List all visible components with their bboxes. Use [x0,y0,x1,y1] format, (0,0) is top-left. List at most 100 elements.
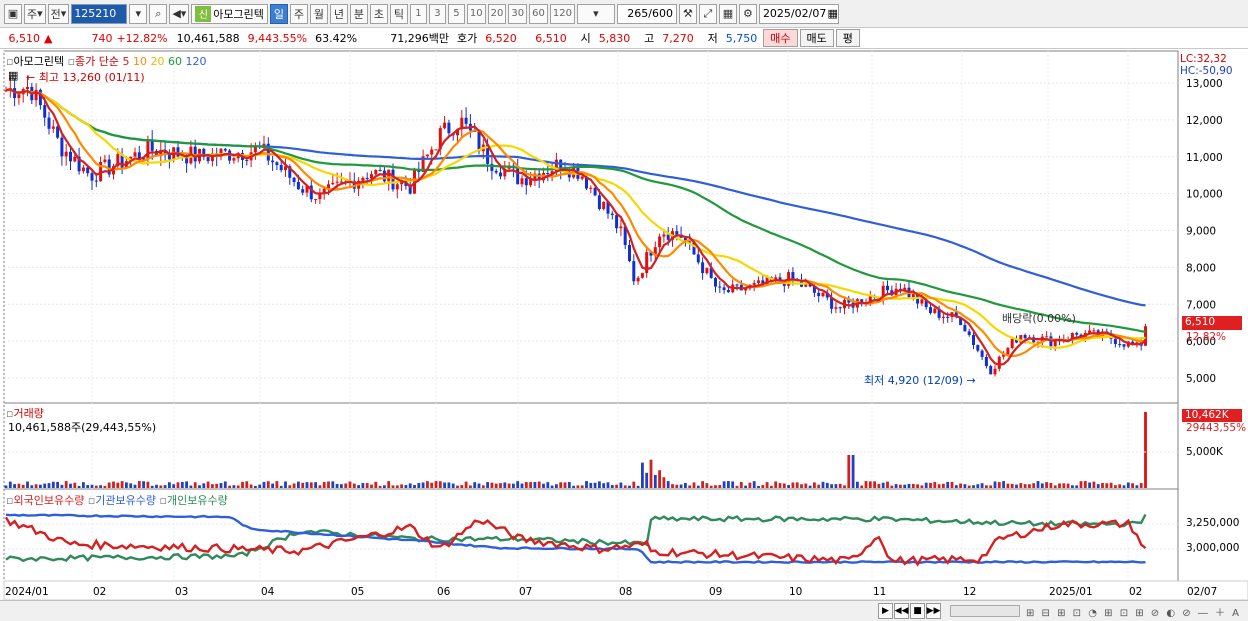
volume-bar [469,485,472,488]
interval-60[interactable]: 60 [529,3,548,24]
volume-bar [907,483,911,488]
stock-name-box[interactable]: 신 아모그린텍 [191,3,268,24]
tab-second[interactable]: 초 [369,3,388,24]
interval-30[interactable]: 30 [508,3,528,24]
tools-icon[interactable]: ▦ [718,3,737,24]
window-icon[interactable]: ▣ [4,3,22,24]
interval-1[interactable]: 1 [409,3,427,24]
scrollbar[interactable] [950,605,1020,617]
volume-bar [211,484,214,488]
holding-legend: ▫외국인보유수량 ▫기관보유수량 ▫개인보유수량 [6,492,228,508]
compare-icon[interactable]: ⤢ [698,3,717,24]
low-annotation: 최저 4,920 (12/09) → [864,372,976,388]
stock-code-input[interactable]: 125210 [71,3,128,24]
search-icon[interactable]: ⌕ [149,3,168,24]
volume-bar [967,485,971,488]
volume-bar [1028,484,1031,488]
volume-bar [438,481,442,488]
volume-bar [645,472,649,488]
interval-10[interactable]: 10 [466,3,486,24]
sell-button[interactable]: 매도 [799,29,834,47]
volume-bar [185,481,188,488]
volume-bar [937,484,941,488]
interval-20[interactable]: 20 [487,3,507,24]
tab-daily[interactable]: 일 [269,3,288,24]
legend-institution: 기관보유수량 [95,494,157,507]
candle-body [434,149,438,151]
eval-button[interactable]: 평 [835,29,860,47]
date-input[interactable]: 2025/02/07 ▦ [758,3,839,24]
price-y-tick: 5,000 [1186,373,1216,385]
volume-bar [1101,483,1104,488]
forward-icon[interactable]: ▶▶ [926,603,941,619]
candle-body [735,284,739,286]
indicator-icon[interactable]: ⚒ [678,3,697,24]
scroll-right-icon[interactable]: ▶ [878,603,893,619]
market-select[interactable]: 주 ▾ [24,3,46,24]
new-badge: 신 [195,5,212,22]
volume-bar [658,470,661,488]
gear-icon[interactable]: ⚙ [738,3,757,24]
volume-bar [26,481,29,488]
tab-yearly[interactable]: 년 [329,3,348,24]
volume-bar [322,482,326,488]
volume-bar [761,485,765,488]
candle-body [911,294,915,298]
volume-bar [933,481,937,488]
price-y-tick: 7,000 [1186,299,1216,311]
volume-bar [615,484,618,488]
volume-panel-frame [3,402,1179,490]
volume-bar [800,484,803,488]
tab-minute[interactable]: 분 [349,3,368,24]
volume-y-label: 5,000K [1186,446,1223,458]
period-mode-select[interactable]: 전 ▾ [47,3,70,24]
code-dropdown-icon[interactable]: ▾ [129,3,148,24]
price-change: 740 [91,31,113,45]
volume-bar [757,485,760,488]
rewind-icon[interactable]: ◀◀ [894,603,909,619]
volume-bar [357,485,360,488]
grid-icon[interactable]: ▦ [8,69,18,82]
candle-body [662,234,666,237]
buy-button[interactable]: 매수 [763,29,798,47]
tab-tick[interactable]: 틱 [389,3,408,24]
tab-weekly[interactable]: 주 [289,3,308,24]
stop-icon[interactable]: ■ [910,603,925,619]
volume-bar [1036,481,1040,488]
volume-bar [782,483,786,488]
volume-bar [980,483,984,488]
candle-body [47,117,51,129]
interval-3[interactable]: 3 [428,3,446,24]
count-input[interactable]: 265/600 [616,3,677,24]
volume-bar [4,485,8,488]
volume-bar [1049,483,1053,488]
volume-bar [714,485,717,488]
interval-custom-select[interactable]: ▾ [576,3,615,24]
candle-body [275,162,279,166]
candle-body [941,316,945,318]
x-tick-label: 11 [873,586,886,598]
candle-body [245,159,249,161]
volume-bar [821,481,825,488]
speaker-icon[interactable]: ◀▾ [169,3,190,24]
volume-bar [1015,484,1018,488]
volume-bar [985,485,988,488]
candle-body [314,199,318,201]
candle-body [335,181,339,183]
volume-bar [13,484,16,488]
candle-body [69,151,72,162]
toolbar-icons-right[interactable]: ⊞ ⊟ ⊞ ⊡ ◔ ⊞ ⊡ ⊞ ⊘ ◐ ⊘ ― ＋ A [1026,604,1241,619]
volume-bar [722,481,726,488]
interval-5[interactable]: 5 [447,3,465,24]
volume-bar [292,483,296,488]
candle-body [752,282,756,285]
volume-bar [395,485,399,488]
interval-120[interactable]: 120 [549,3,575,24]
tab-monthly[interactable]: 월 [309,3,328,24]
volume-bar [598,481,601,488]
candle-body [64,151,68,157]
calendar-icon[interactable]: ▦ [828,7,838,20]
chart-area[interactable]: 13,000 12,000 11,000 10,000 9,000 8,000 7,000 6… [0,50,1248,600]
legend-ma60: 60 [168,55,183,68]
volume-bar [516,481,520,488]
